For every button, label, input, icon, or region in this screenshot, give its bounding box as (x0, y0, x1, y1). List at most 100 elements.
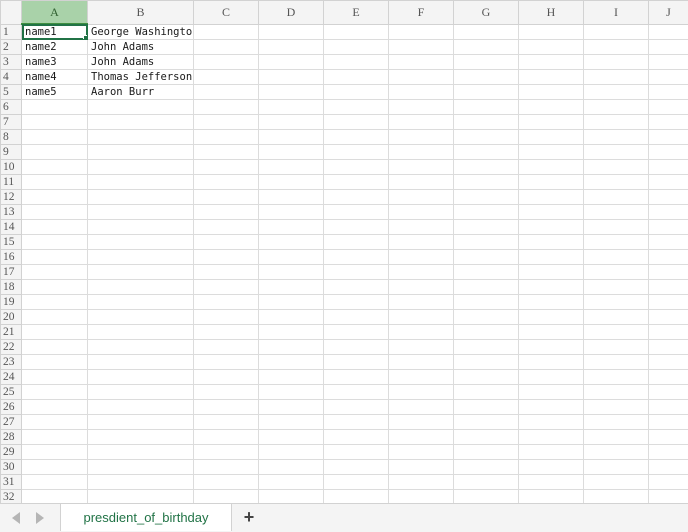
cell-h16[interactable] (519, 250, 584, 265)
cell-h17[interactable] (519, 265, 584, 280)
row-header-11[interactable]: 11 (1, 175, 22, 190)
cell-i15[interactable] (584, 235, 649, 250)
cell-a14[interactable] (22, 220, 88, 235)
cell-j30[interactable] (649, 460, 688, 475)
cell-e6[interactable] (324, 100, 389, 115)
cell-b26[interactable] (88, 400, 194, 415)
cell-h26[interactable] (519, 400, 584, 415)
cell-b23[interactable] (88, 355, 194, 370)
cell-a3[interactable]: name3 (22, 55, 88, 70)
cell-a19[interactable] (22, 295, 88, 310)
cell-f5[interactable] (389, 85, 454, 100)
cell-g5[interactable] (454, 85, 519, 100)
cell-g7[interactable] (454, 115, 519, 130)
cell-c12[interactable] (194, 190, 259, 205)
cell-e27[interactable] (324, 415, 389, 430)
cell-e8[interactable] (324, 130, 389, 145)
cell-j7[interactable] (649, 115, 688, 130)
cell-d10[interactable] (259, 160, 324, 175)
cell-h25[interactable] (519, 385, 584, 400)
cell-f28[interactable] (389, 430, 454, 445)
cell-i2[interactable] (584, 40, 649, 55)
cell-j29[interactable] (649, 445, 688, 460)
cell-e22[interactable] (324, 340, 389, 355)
cell-b3[interactable]: John Adams (88, 55, 194, 70)
cell-e2[interactable] (324, 40, 389, 55)
cell-e10[interactable] (324, 160, 389, 175)
cell-h6[interactable] (519, 100, 584, 115)
cell-b24[interactable] (88, 370, 194, 385)
column-header-f[interactable]: F (389, 1, 454, 25)
cell-e11[interactable] (324, 175, 389, 190)
cell-g15[interactable] (454, 235, 519, 250)
cell-b21[interactable] (88, 325, 194, 340)
cell-j22[interactable] (649, 340, 688, 355)
sheet-tab-presdient-of-birthday[interactable]: presdient_of_birthday (60, 504, 232, 531)
cell-c6[interactable] (194, 100, 259, 115)
cell-b18[interactable] (88, 280, 194, 295)
cell-e28[interactable] (324, 430, 389, 445)
row-header-5[interactable]: 5 (1, 85, 22, 100)
cell-c19[interactable] (194, 295, 259, 310)
row-header-26[interactable]: 26 (1, 400, 22, 415)
cell-a10[interactable] (22, 160, 88, 175)
cell-g23[interactable] (454, 355, 519, 370)
column-header-g[interactable]: G (454, 1, 519, 25)
cell-d21[interactable] (259, 325, 324, 340)
cell-f8[interactable] (389, 130, 454, 145)
cell-e30[interactable] (324, 460, 389, 475)
cell-g29[interactable] (454, 445, 519, 460)
cell-c23[interactable] (194, 355, 259, 370)
cell-a11[interactable] (22, 175, 88, 190)
cell-h27[interactable] (519, 415, 584, 430)
cell-e17[interactable] (324, 265, 389, 280)
cell-e12[interactable] (324, 190, 389, 205)
cell-b7[interactable] (88, 115, 194, 130)
cell-d20[interactable] (259, 310, 324, 325)
cell-a25[interactable] (22, 385, 88, 400)
cell-d14[interactable] (259, 220, 324, 235)
cell-c3[interactable] (194, 55, 259, 70)
cell-h22[interactable] (519, 340, 584, 355)
cell-c17[interactable] (194, 265, 259, 280)
cell-h28[interactable] (519, 430, 584, 445)
cell-f18[interactable] (389, 280, 454, 295)
cell-f10[interactable] (389, 160, 454, 175)
cell-e24[interactable] (324, 370, 389, 385)
cell-b31[interactable] (88, 475, 194, 490)
cell-j4[interactable] (649, 70, 688, 85)
cell-b29[interactable] (88, 445, 194, 460)
cell-d6[interactable] (259, 100, 324, 115)
cell-a12[interactable] (22, 190, 88, 205)
fill-handle[interactable] (83, 35, 88, 40)
cell-f7[interactable] (389, 115, 454, 130)
row-header-15[interactable]: 15 (1, 235, 22, 250)
cell-f2[interactable] (389, 40, 454, 55)
cell-e25[interactable] (324, 385, 389, 400)
cell-e29[interactable] (324, 445, 389, 460)
cell-a18[interactable] (22, 280, 88, 295)
cell-g3[interactable] (454, 55, 519, 70)
cell-i29[interactable] (584, 445, 649, 460)
row-header-27[interactable]: 27 (1, 415, 22, 430)
cell-f1[interactable] (389, 24, 454, 40)
cell-d7[interactable] (259, 115, 324, 130)
cell-d18[interactable] (259, 280, 324, 295)
cell-a26[interactable] (22, 400, 88, 415)
cell-h19[interactable] (519, 295, 584, 310)
cell-h21[interactable] (519, 325, 584, 340)
row-header-18[interactable]: 18 (1, 280, 22, 295)
cell-a4[interactable]: name4 (22, 70, 88, 85)
cell-f14[interactable] (389, 220, 454, 235)
cell-h7[interactable] (519, 115, 584, 130)
cell-j6[interactable] (649, 100, 688, 115)
cell-j26[interactable] (649, 400, 688, 415)
cell-j19[interactable] (649, 295, 688, 310)
cell-i24[interactable] (584, 370, 649, 385)
cell-e31[interactable] (324, 475, 389, 490)
cell-i21[interactable] (584, 325, 649, 340)
cell-j12[interactable] (649, 190, 688, 205)
cell-i6[interactable] (584, 100, 649, 115)
cell-d17[interactable] (259, 265, 324, 280)
row-header-7[interactable]: 7 (1, 115, 22, 130)
